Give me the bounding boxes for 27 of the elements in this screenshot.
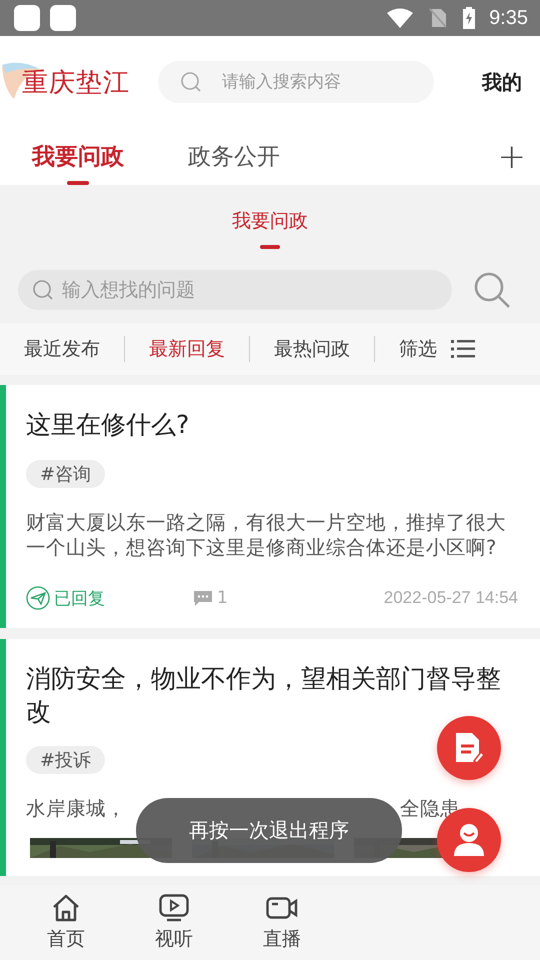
question-search-field[interactable]: 输入想找的问题 [18, 270, 452, 310]
post-date: 2022-05-27 14:54 [384, 588, 518, 608]
reply-status: 已回复 [54, 588, 105, 610]
post-description: 水岸康城， [26, 796, 126, 822]
post-description: 财富大厦以东一路之隔，有很大一片空地，推掉了很大一个山头，想咨询下这里是修商业综合体还是小区啊? [26, 510, 507, 560]
category-tag: #投诉 [26, 746, 106, 774]
filter-tab[interactable]: 最热问政 [250, 336, 374, 362]
exit-toast: 再按一次退出程序 [136, 798, 402, 863]
sub-tab[interactable]: 我要问政 [232, 193, 308, 249]
clock: 9:35 [489, 6, 528, 30]
nav-tab[interactable]: 视听 [120, 894, 228, 952]
nav-tab[interactable]: 直播 [228, 894, 336, 952]
search-field[interactable]: 请输入搜索内容 [158, 61, 434, 103]
tab[interactable]: 我要问政 [32, 128, 124, 185]
post-card[interactable]: 这里在修什么? #咨询 财富大厦以东一路之隔，有很大一片空地，推掉了很大一个山头，想咨询下这里是修商业综合体还是小区啊? 已回复 1 2022-05-27 14:54 [0, 385, 540, 628]
post-title: 这里在修什么? [26, 409, 190, 441]
comment-count: 1 [217, 588, 228, 608]
post-title: 消防安全，物业不作为，望相关部门督导整改 [26, 663, 502, 728]
nav-tab[interactable]: 首页 [12, 894, 120, 952]
filter-tab[interactable]: 最近发布 [24, 336, 124, 362]
filter-tab[interactable]: 最新回复 [125, 336, 249, 362]
filter-tab[interactable]: 筛选 [375, 336, 461, 362]
category-tag: #咨询 [26, 460, 106, 488]
profile-link[interactable]: 我的 [482, 68, 522, 96]
app-logo: 重庆垫江 [22, 66, 130, 100]
tab[interactable]: 政务公开 [188, 128, 280, 185]
add-tab-button[interactable]: + [498, 136, 526, 176]
